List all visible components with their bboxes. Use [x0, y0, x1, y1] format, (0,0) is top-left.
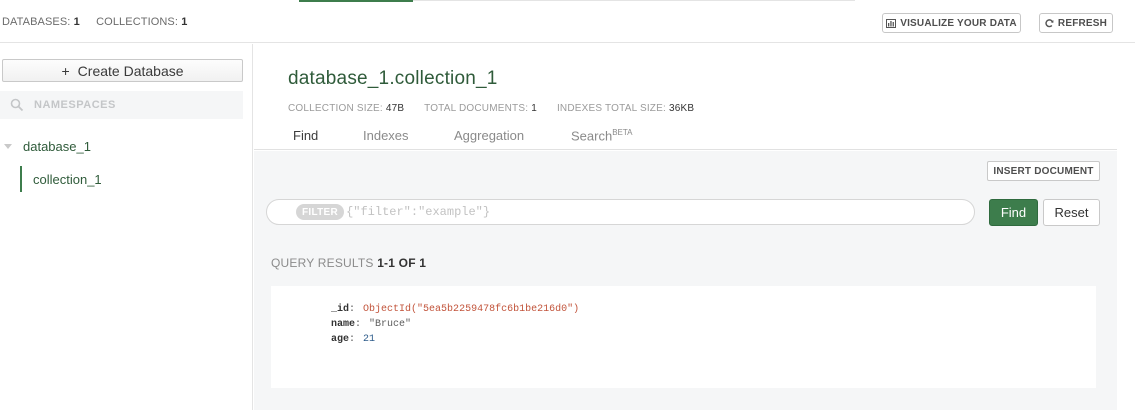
collections-count: 1: [181, 16, 188, 28]
query-results-label: QUERY RESULTS: [271, 256, 374, 270]
document-field: age: 21: [331, 334, 376, 345]
total-documents-label: TOTAL DOCUMENTS:: [424, 103, 529, 114]
document-field: _id: ObjectId("5ea5b2259478fc6b1be216d0"…: [331, 304, 580, 315]
reset-button[interactable]: Reset: [1043, 199, 1100, 226]
instance-counts: DATABASES: 1 COLLECTIONS: 1: [2, 16, 187, 28]
collections-label: COLLECTIONS:: [96, 16, 179, 28]
search-icon: [10, 98, 24, 112]
filter-bar: FILTER: [266, 199, 975, 225]
visualize-data-label: VISUALIZE YOUR DATA: [900, 17, 1017, 29]
database-name: database_1: [23, 138, 91, 154]
refresh-icon: [1045, 18, 1054, 27]
sidebar: + Create Database database_1 collection_…: [0, 44, 253, 410]
field-key: name: [331, 319, 356, 330]
total-documents-value: 1: [531, 103, 537, 114]
plus-icon: +: [61, 62, 70, 79]
refresh-label: REFRESH: [1057, 17, 1108, 29]
beta-badge: BETA: [612, 128, 633, 137]
document-card[interactable]: _id: ObjectId("5ea5b2259478fc6b1be216d0"…: [271, 286, 1096, 388]
collection-size-label: COLLECTION SIZE:: [288, 103, 383, 114]
databases-label: DATABASES:: [2, 16, 71, 28]
bar-chart-icon: [886, 18, 897, 28]
tab-search-label: Search: [571, 128, 613, 144]
field-key: age: [331, 334, 350, 345]
create-database-button[interactable]: + Create Database: [2, 59, 243, 82]
tab-indexes[interactable]: Indexes: [363, 128, 409, 143]
collection-stats: COLLECTION SIZE: 47B TOTAL DOCUMENTS: 1 …: [288, 103, 694, 114]
create-database-label: Create Database: [77, 62, 184, 79]
indexes-size-label: INDEXES TOTAL SIZE:: [556, 103, 666, 114]
field-value[interactable]: 21: [363, 334, 375, 345]
filter-input[interactable]: [346, 205, 947, 219]
collection-size-value: 47B: [385, 103, 405, 114]
namespace-search-input[interactable]: [34, 99, 234, 111]
find-button[interactable]: Find: [989, 199, 1038, 226]
query-results-count: 1-1 OF 1: [377, 256, 427, 270]
refresh-button[interactable]: REFRESH: [1039, 13, 1113, 33]
caret-down-icon[interactable]: [4, 143, 12, 149]
main-panel: database_1.collection_1 COLLECTION SIZE:…: [254, 44, 1117, 410]
documents-view: INSERT DOCUMENT FILTER Find Reset QUERY …: [254, 151, 1117, 410]
insert-document-button[interactable]: INSERT DOCUMENT: [987, 161, 1100, 181]
namespace-search: [0, 91, 243, 119]
document-field: name: "Bruce": [331, 319, 412, 330]
indexes-size-value: 36KB: [668, 103, 695, 114]
tab-search[interactable]: SearchBETA: [571, 128, 633, 143]
top-divider: [413, 0, 855, 1]
visualize-data-button[interactable]: VISUALIZE YOUR DATA: [882, 13, 1021, 33]
query-results-summary: QUERY RESULTS 1-1 OF 1: [271, 256, 426, 270]
top-bar: DATABASES: 1 COLLECTIONS: 1 VISUALIZE YO…: [0, 0, 1135, 43]
top-tab-indicator: [299, 0, 413, 2]
page-title: database_1.collection_1: [288, 68, 498, 89]
collection-header: database_1.collection_1 COLLECTION SIZE:…: [254, 44, 1117, 150]
tab-find[interactable]: Find: [293, 128, 318, 143]
filter-label: FILTER: [296, 204, 345, 220]
tab-aggregation[interactable]: Aggregation: [454, 128, 524, 143]
databases-count: 1: [73, 16, 80, 28]
field-value[interactable]: ObjectId("5ea5b2259478fc6b1be216d0"): [363, 304, 579, 315]
field-value[interactable]: "Bruce": [369, 319, 411, 330]
sidebar-item-database[interactable]: database_1: [0, 136, 243, 156]
collection-name: collection_1: [33, 171, 102, 187]
field-key: _id: [331, 304, 350, 315]
sidebar-item-collection[interactable]: collection_1: [20, 166, 243, 192]
